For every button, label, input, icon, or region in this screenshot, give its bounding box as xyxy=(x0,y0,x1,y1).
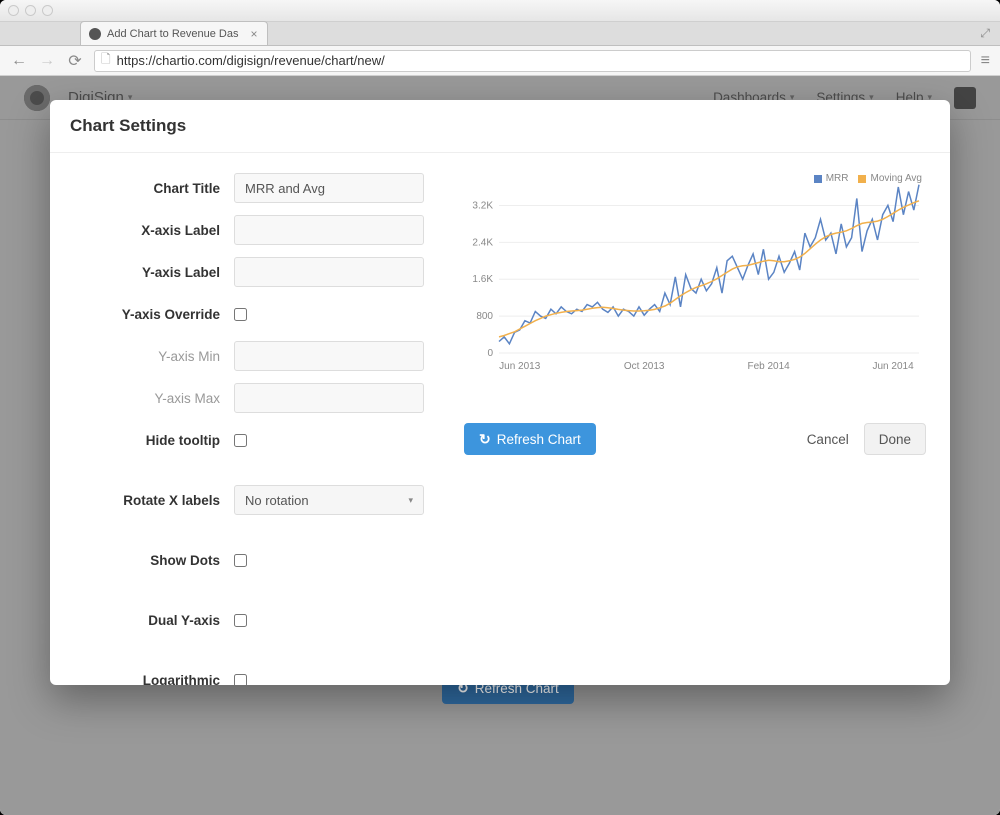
chart-preview: MRR Moving Avg 0 800 1.6K 2.4K 3.2K Jun 2013… xyxy=(464,173,926,393)
label-y-min: Y-axis Min xyxy=(74,349,234,364)
svg-text:Feb 2014: Feb 2014 xyxy=(747,361,790,372)
preview-column: MRR Moving Avg 0 800 1.6K 2.4K 3.2K Jun 2013… xyxy=(464,173,926,669)
favicon-icon xyxy=(89,28,101,40)
svg-text:Jun 2014: Jun 2014 xyxy=(872,361,914,372)
hide-tooltip-checkbox[interactable] xyxy=(234,434,247,447)
chevron-down-icon: ▾ xyxy=(408,495,413,506)
chart-svg: 0 800 1.6K 2.4K 3.2K Jun 2013 Oct 2013 Feb 201… xyxy=(464,173,926,373)
legend-item-moving-avg: Moving Avg xyxy=(858,173,922,184)
chart-title-input[interactable] xyxy=(234,173,424,203)
label-y-max: Y-axis Max xyxy=(74,391,234,406)
browser-toolbar: ← → ⟳ 🗋 https://chartio.com/digisign/rev… xyxy=(0,46,1000,76)
svg-text:800: 800 xyxy=(476,311,493,322)
forward-icon[interactable]: → xyxy=(38,52,56,70)
legend-item-mrr: MRR xyxy=(814,173,849,184)
rotate-x-value: No rotation xyxy=(245,493,309,508)
label-chart-title: Chart Title xyxy=(74,181,234,196)
label-hide-tooltip: Hide tooltip xyxy=(74,433,234,448)
svg-text:0: 0 xyxy=(487,348,493,359)
close-window-dot[interactable] xyxy=(8,5,19,16)
browser-tabstrip: Add Chart to Revenue Das × ⤢ xyxy=(0,22,1000,46)
cancel-button[interactable]: Cancel xyxy=(792,423,864,455)
svg-text:Oct 2013: Oct 2013 xyxy=(624,361,665,372)
fullscreen-icon[interactable]: ⤢ xyxy=(980,26,990,41)
tab-close-icon[interactable]: × xyxy=(250,27,257,41)
dual-y-checkbox[interactable] xyxy=(234,614,247,627)
label-dual-y: Dual Y-axis xyxy=(74,613,234,628)
browser-tab[interactable]: Add Chart to Revenue Das × xyxy=(80,21,268,45)
y-max-input[interactable] xyxy=(234,383,424,413)
label-y-override: Y-axis Override xyxy=(74,307,234,322)
page-icon: 🗋 xyxy=(101,50,111,71)
svg-text:Jun 2013: Jun 2013 xyxy=(499,361,541,372)
back-icon[interactable]: ← xyxy=(10,52,28,70)
label-show-dots: Show Dots xyxy=(74,553,234,568)
done-button[interactable]: Done xyxy=(864,423,926,455)
y-override-checkbox[interactable] xyxy=(234,308,247,321)
legend-swatch xyxy=(858,175,866,183)
label-rotate-x: Rotate X labels xyxy=(74,493,234,508)
show-dots-checkbox[interactable] xyxy=(234,554,247,567)
chart-settings-modal: Chart Settings Chart Title X-axis Label … xyxy=(50,100,950,685)
tab-title: Add Chart to Revenue Das xyxy=(107,28,238,40)
refresh-chart-button[interactable]: Refresh Chart xyxy=(464,423,596,455)
svg-text:3.2K: 3.2K xyxy=(472,200,493,211)
x-axis-label-input[interactable] xyxy=(234,215,424,245)
browser-menu-icon[interactable]: ≡ xyxy=(981,52,990,70)
rotate-x-select[interactable]: No rotation ▾ xyxy=(234,485,424,515)
label-logarithmic: Logarithmic xyxy=(74,673,234,686)
modal-title: Chart Settings xyxy=(50,100,950,153)
svg-text:1.6K: 1.6K xyxy=(472,274,493,285)
zoom-window-dot[interactable] xyxy=(42,5,53,16)
legend-swatch xyxy=(814,175,822,183)
label-y-axis: Y-axis Label xyxy=(74,265,234,280)
y-axis-label-input[interactable] xyxy=(234,257,424,287)
chart-legend: MRR Moving Avg xyxy=(814,173,922,184)
url-text: https://chartio.com/digisign/revenue/cha… xyxy=(117,53,385,68)
minimize-window-dot[interactable] xyxy=(25,5,36,16)
refresh-icon xyxy=(479,431,491,448)
modal-actions: Refresh Chart Cancel Done xyxy=(464,423,926,455)
svg-text:2.4K: 2.4K xyxy=(472,237,493,248)
mac-titlebar xyxy=(0,0,1000,22)
label-x-axis: X-axis Label xyxy=(74,223,234,238)
form-column: Chart Title X-axis Label Y-axis Label Y-… xyxy=(74,173,454,669)
address-bar[interactable]: 🗋 https://chartio.com/digisign/revenue/c… xyxy=(94,50,971,72)
logarithmic-checkbox[interactable] xyxy=(234,674,247,686)
reload-icon[interactable]: ⟳ xyxy=(66,51,84,71)
y-min-input[interactable] xyxy=(234,341,424,371)
